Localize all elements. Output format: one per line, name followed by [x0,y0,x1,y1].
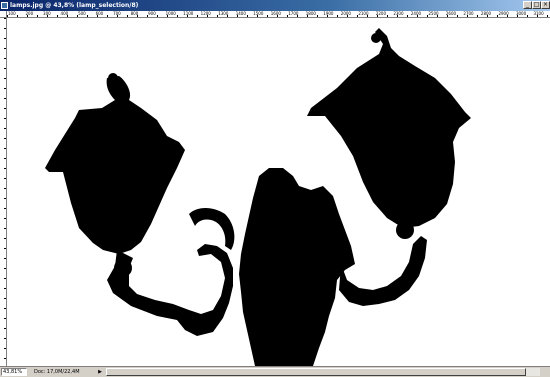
left-arm [107,244,233,336]
horizontal-ruler[interactable]: 100 200 300 400 500 600 700 800 900 1000 1100 1200 1… [7,11,550,18]
ruler-origin[interactable] [0,11,7,18]
ruler-label: 2500 [428,11,439,16]
vertical-ruler[interactable] [0,18,7,366]
document-icon [1,2,8,9]
right-finial [371,33,381,43]
status-bar: 43,81% Doc: 17,0M/22,4M ▶ [0,366,550,377]
central-post [239,168,355,366]
ruler-label: 100 [8,11,16,16]
ruler-label: 2000 [340,11,351,16]
ruler-label: 2300 [393,11,404,16]
ruler-label: 2700 [463,11,474,16]
ruler-label: 1700 [288,11,299,16]
lamp-silhouette-mask [45,28,471,366]
ruler-label: 700 [113,11,121,16]
right-arm [339,236,427,306]
ruler-label: 300 [43,11,51,16]
zoom-field[interactable]: 43,81% [1,368,27,376]
ruler-label: 1800 [305,11,316,16]
doc-size-info[interactable]: Doc: 17,0M/22,4M [34,367,80,377]
horizontal-scrollbar[interactable] [106,368,540,376]
ruler-label: 1000 [165,11,176,16]
maximize-icon[interactable]: □ [532,1,541,9]
ruler-label: 3100 [533,11,544,16]
document-window: lamps.jpg @ 43,8% (lamp_selection/8) _ □… [0,0,550,377]
left-finial [108,73,118,83]
scrollbar-thumb[interactable] [106,368,526,376]
ruler-label: 500 [78,11,86,16]
title-bar[interactable]: lamps.jpg @ 43,8% (lamp_selection/8) _ □… [0,0,550,11]
left-lantern [45,76,185,254]
close-icon[interactable]: × [541,1,550,9]
ruler-label: 3000 [515,11,527,16]
ruler-label: 1400 [235,11,246,16]
ruler-label: 1900 [323,11,334,16]
ruler-label: 2800 [480,11,492,16]
ruler-label: 400 [60,11,69,16]
ruler-label: 2900 [498,11,509,16]
ruler-label: 1100 [183,11,194,16]
ruler-label: 2400 [410,11,422,16]
ruler-label: 2600 [445,11,457,16]
ruler-label: 1200 [200,11,211,16]
ruler-label: 200 [25,11,34,16]
left-joint [114,259,132,277]
image-canvas[interactable] [7,18,550,366]
ruler-label: 900 [148,11,156,16]
ruler-label: 2100 [358,11,369,16]
window-title: lamps.jpg @ 43,8% (lamp_selection/8) [10,2,139,9]
right-arrow-icon[interactable]: ▶ [96,368,104,376]
left-scroll [189,208,235,250]
ruler-label: 600 [95,11,104,16]
ruler-label: 1500 [253,11,264,16]
ruler-label: 1300 [218,11,229,16]
minimize-icon[interactable]: _ [523,1,532,9]
ruler-label: 800 [130,11,139,16]
ruler-label: 2200 [375,11,387,16]
ruler-label: 1600 [270,11,281,16]
